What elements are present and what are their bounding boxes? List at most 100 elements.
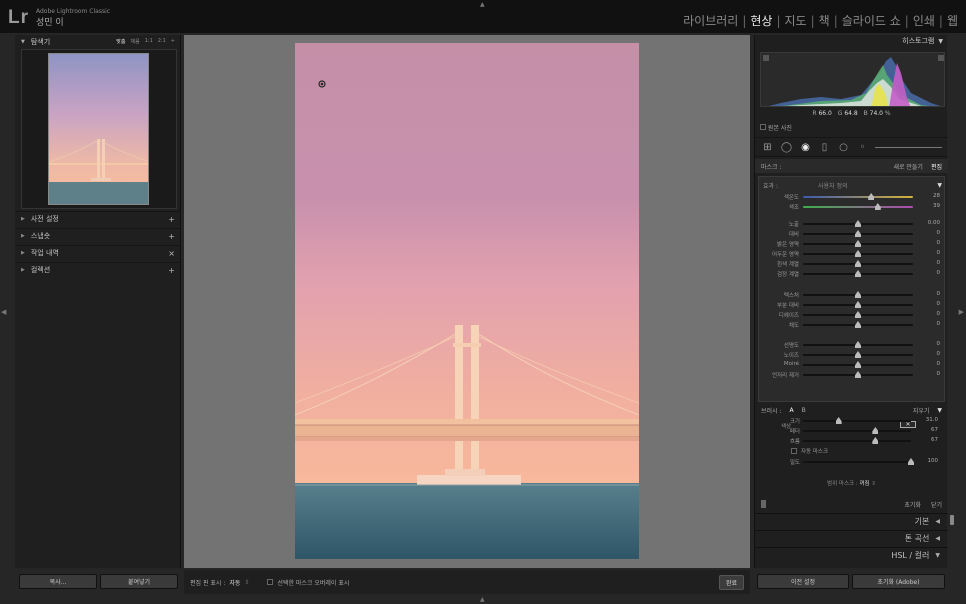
density-track[interactable]: [803, 458, 914, 465]
slider-track[interactable]: [803, 193, 913, 200]
brush-b-button[interactable]: B: [802, 407, 806, 414]
effect-triangle-icon[interactable]: ▼: [937, 182, 942, 189]
left-section[interactable]: ▶ 작업 내역 ×: [15, 245, 181, 260]
select-arrow-icon[interactable]: ⇕: [244, 579, 249, 586]
original-photo-checkbox[interactable]: [760, 124, 766, 130]
slider-knob[interactable]: [855, 260, 861, 267]
slider-track[interactable]: [803, 270, 913, 277]
expand-triangle-icon[interactable]: ▶: [21, 216, 25, 222]
scrollbar[interactable]: [950, 515, 954, 525]
range-mask-select[interactable]: 꺼짐: [859, 481, 869, 487]
zoom-option[interactable]: 채움: [131, 38, 140, 45]
slider-track[interactable]: [803, 321, 913, 328]
collapse-triangle-icon[interactable]: ▼: [21, 39, 25, 45]
slider-knob[interactable]: [855, 361, 861, 368]
histogram[interactable]: [760, 52, 945, 107]
density-slider[interactable]: 밀도 100: [755, 457, 948, 467]
slider-knob[interactable]: [874, 203, 881, 210]
expand-triangle-icon[interactable]: ▶: [21, 233, 25, 239]
reset-button[interactable]: 초기화: [904, 500, 921, 509]
select-arrow-icon[interactable]: ⇕: [871, 481, 876, 487]
right-panel-section[interactable]: 톤 곡선 ◀: [755, 530, 948, 545]
brush-slider[interactable]: 크기 31.0: [755, 416, 948, 426]
slider-value[interactable]: 0: [937, 260, 941, 266]
auto-mask-toggle[interactable]: 자동 마스크: [791, 447, 828, 455]
expand-triangle-icon[interactable]: ▶: [21, 267, 25, 273]
slider-track[interactable]: [803, 260, 913, 267]
section-action-icon[interactable]: ×: [168, 249, 175, 258]
reset-adobe-button[interactable]: 초기화 (Adobe): [852, 574, 945, 589]
slider-value[interactable]: 0: [937, 311, 941, 317]
module-3[interactable]: 책: [815, 12, 834, 29]
brush-icon[interactable]: ◦: [856, 141, 869, 154]
slider-value[interactable]: 0.00: [928, 220, 940, 226]
right-panel-section[interactable]: 기본 ◀: [755, 513, 948, 528]
slider-knob[interactable]: [855, 230, 861, 237]
close-button[interactable]: 닫기: [931, 500, 942, 509]
auto-mask-checkbox[interactable]: [791, 448, 797, 454]
brush-triangle-icon[interactable]: ▼: [937, 407, 942, 414]
adjust-slider[interactable]: 채도 0: [759, 320, 946, 330]
collapse-triangle-icon[interactable]: ▼: [938, 38, 943, 45]
module-0[interactable]: 라이브러리: [679, 12, 742, 29]
copy-button[interactable]: 복사...: [19, 574, 97, 589]
slider-value[interactable]: 31.0: [926, 417, 938, 423]
red-eye-icon[interactable]: ◉: [799, 141, 812, 154]
brush-a-button[interactable]: A: [790, 407, 794, 414]
density-knob[interactable]: [908, 458, 914, 465]
slider-track[interactable]: [803, 250, 913, 257]
graduated-filter-icon[interactable]: ▯: [818, 141, 831, 154]
slider-value[interactable]: 28: [933, 193, 940, 199]
section-action-icon[interactable]: +: [168, 215, 175, 224]
slider-knob[interactable]: [855, 291, 861, 298]
paste-button[interactable]: 붙여넣기: [100, 574, 178, 589]
slider-track[interactable]: [803, 437, 911, 444]
slider-knob[interactable]: [855, 341, 861, 348]
slider-track[interactable]: [803, 291, 913, 298]
adjust-slider[interactable]: 어두운 영역 0: [759, 249, 946, 259]
left-section[interactable]: ▶ 컬렉션 +: [15, 262, 181, 277]
slider-knob[interactable]: [855, 250, 861, 257]
slider-track[interactable]: [803, 361, 913, 368]
slider-track[interactable]: [803, 240, 913, 247]
slider-track[interactable]: [803, 311, 913, 318]
expand-triangle-icon[interactable]: ▶: [21, 250, 25, 256]
panel-switch-icon[interactable]: [761, 500, 766, 508]
slider-track[interactable]: [803, 427, 911, 434]
module-2[interactable]: 지도: [781, 12, 811, 29]
adjust-slider[interactable]: 노출 0.00: [759, 219, 946, 229]
adjust-slider[interactable]: 부분 대비 0: [759, 300, 946, 310]
slider-knob[interactable]: [855, 270, 861, 277]
slider-knob[interactable]: [855, 371, 861, 378]
brush-slider[interactable]: 흐름 67: [755, 436, 948, 446]
section-action-icon[interactable]: +: [168, 266, 175, 275]
navigator-header[interactable]: ▼ 탐색기 맞춤 채움 1:1 2:1 +: [15, 35, 181, 48]
new-mask-button[interactable]: 새로 만들기: [893, 162, 923, 171]
adjust-slider[interactable]: 흰색 계열 0: [759, 259, 946, 269]
adjust-slider[interactable]: 색온도 28: [759, 192, 946, 202]
slider-knob[interactable]: [872, 437, 879, 444]
slider-track[interactable]: [803, 220, 913, 227]
adjust-slider[interactable]: 색조 39: [759, 202, 946, 212]
show-top-panel-icon[interactable]: ▲: [480, 1, 485, 8]
slider-value[interactable]: 67: [931, 437, 938, 443]
slider-knob[interactable]: [855, 321, 861, 328]
slider-track[interactable]: [803, 417, 911, 424]
slider-value[interactable]: 0: [937, 321, 941, 327]
original-photo-toggle[interactable]: 원본 사진: [760, 123, 792, 132]
slider-value[interactable]: 0: [937, 291, 941, 297]
adjust-slider[interactable]: 텍스처 0: [759, 290, 946, 300]
module-4[interactable]: 슬라이드 쇼: [838, 12, 905, 29]
collapse-right-icon[interactable]: ▶: [959, 308, 964, 316]
photo[interactable]: [295, 43, 639, 559]
slider-value[interactable]: 0: [937, 301, 941, 307]
slider-knob[interactable]: [872, 427, 879, 434]
module-5[interactable]: 인쇄: [909, 12, 939, 29]
adjust-slider[interactable]: Moiré 0: [759, 360, 946, 370]
slider-value[interactable]: 0: [937, 230, 941, 236]
right-panel-section[interactable]: HSL / 컬러 ▼: [755, 547, 948, 562]
radial-filter-icon[interactable]: ○: [837, 141, 850, 154]
slider-knob[interactable]: [835, 417, 842, 424]
density-value[interactable]: 100: [928, 458, 939, 464]
erase-button[interactable]: 지우기: [913, 406, 930, 415]
